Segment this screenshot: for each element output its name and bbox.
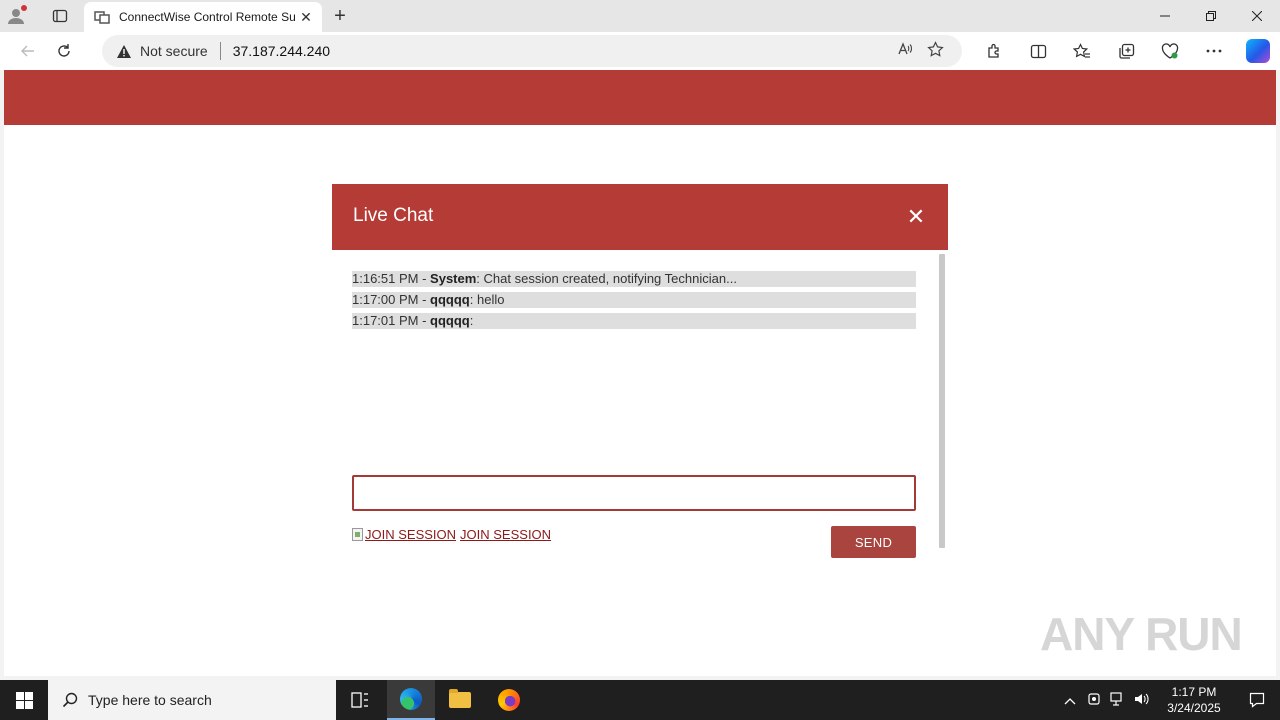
file-explorer-icon <box>449 689 471 708</box>
chat-message: 1:17:00 PM - qqqqq: hello <box>352 292 916 308</box>
copilot-button[interactable] <box>1236 32 1280 70</box>
system-tray: 1:17 PM 3/24/2025 <box>1058 680 1280 720</box>
address-separator <box>219 42 221 60</box>
site-favicon-icon <box>94 11 110 24</box>
refresh-icon <box>58 44 70 57</box>
web-page: Live Chat ✕ 1:16:51 PM - System: Chat se… <box>4 70 1276 676</box>
restore-button[interactable] <box>1188 0 1234 32</box>
join-session-image-alt: JOIN SESSION <box>365 527 457 542</box>
split-screen-button[interactable] <box>1016 32 1060 70</box>
join-session-image-link[interactable]: JOIN SESSION <box>352 527 456 542</box>
clock-time: 1:17 PM <box>1171 685 1217 699</box>
chat-close-icon[interactable]: ✕ <box>906 206 926 228</box>
send-button[interactable]: SEND <box>831 526 916 558</box>
browser-toolbar: Not secure 37.187.244.240 <box>0 32 1280 70</box>
taskbar-search-box[interactable]: Type here to search <box>48 680 336 720</box>
chat-message-input[interactable] <box>352 475 916 511</box>
close-icon <box>1252 11 1262 21</box>
search-icon <box>62 692 78 708</box>
read-aloud-glyph <box>898 42 913 55</box>
favorites-icon <box>1073 42 1090 58</box>
tab-close-icon[interactable]: ✕ <box>298 9 314 25</box>
chat-header: Live Chat ✕ <box>332 184 948 250</box>
collections-icon <box>1118 43 1134 59</box>
taskbar-edge-app[interactable] <box>387 680 435 720</box>
firefox-icon <box>498 689 520 711</box>
message-time: 1:17:01 PM - <box>352 313 431 328</box>
minimize-button[interactable] <box>1142 0 1188 32</box>
favorites-button[interactable] <box>1060 32 1104 70</box>
browser-tab-active[interactable]: ConnectWise Control Remote Su ✕ <box>84 2 322 32</box>
url-text[interactable]: 37.187.244.240 <box>233 43 890 59</box>
start-button[interactable] <box>0 680 48 720</box>
task-view-button[interactable] <box>336 680 384 720</box>
taskbar-firefox-app[interactable] <box>485 680 533 720</box>
site-header-bar <box>4 70 1276 125</box>
windows-logo-icon <box>15 691 33 709</box>
search-placeholder: Type here to search <box>88 692 212 708</box>
close-window-button[interactable] <box>1234 0 1280 32</box>
windows-taskbar: Type here to search 1:17 PM 3/24/2025 <box>0 680 1280 720</box>
extensions-button[interactable] <box>972 32 1016 70</box>
security-status[interactable]: Not secure <box>140 43 208 59</box>
anyrun-watermark: ANY RUN <box>1040 608 1243 660</box>
volume-icon[interactable] <box>1130 692 1154 709</box>
more-dots-icon <box>1206 49 1222 53</box>
taskbar-clock[interactable]: 1:17 PM 3/24/2025 <box>1154 684 1234 716</box>
message-text: : hello <box>469 292 505 307</box>
tab-actions-icon <box>52 9 68 23</box>
new-tab-button[interactable]: + <box>328 4 352 28</box>
back-arrow-icon <box>21 45 34 57</box>
edge-icon <box>400 688 422 710</box>
message-sender: qqqqq <box>430 313 470 328</box>
meet-now-camera-icon[interactable] <box>1082 692 1106 709</box>
settings-more-button[interactable] <box>1192 32 1236 70</box>
taskbar-file-explorer-app[interactable] <box>436 680 484 720</box>
chat-message: 1:17:01 PM - qqqqq: <box>352 313 916 329</box>
clock-date: 3/24/2025 <box>1167 701 1221 715</box>
profile-button[interactable] <box>0 0 32 32</box>
refresh-button[interactable] <box>46 35 82 67</box>
chat-message: 1:16:51 PM - System: Chat session create… <box>352 271 916 287</box>
chat-message-list: 1:16:51 PM - System: Chat session create… <box>352 271 916 334</box>
chat-scrollbar[interactable] <box>939 254 945 548</box>
copilot-icon <box>1246 39 1270 63</box>
star-glyph <box>926 40 944 57</box>
browser-essentials-button[interactable] <box>1148 32 1192 70</box>
favorite-star-icon[interactable] <box>920 40 950 62</box>
notification-icon <box>1249 692 1265 708</box>
message-text: : <box>469 313 474 328</box>
minimize-icon <box>1160 15 1170 17</box>
heart-pulse-icon <box>1161 42 1179 59</box>
message-sender: System <box>430 271 477 286</box>
collections-button[interactable] <box>1104 32 1148 70</box>
live-chat-panel: Live Chat ✕ 1:16:51 PM - System: Chat se… <box>332 184 948 580</box>
broken-image-icon <box>352 528 363 541</box>
message-sender: qqqqq <box>430 292 470 307</box>
read-aloud-icon[interactable] <box>890 41 920 61</box>
message-time: 1:17:00 PM - <box>352 292 431 307</box>
tab-title: ConnectWise Control Remote Su <box>119 10 296 24</box>
back-button[interactable] <box>10 35 46 67</box>
address-bar[interactable]: Not secure 37.187.244.240 <box>102 35 962 67</box>
profile-notification-dot <box>21 5 27 11</box>
message-time: 1:16:51 PM - <box>352 271 431 286</box>
chat-title: Live Chat <box>353 205 434 226</box>
notification-center-button[interactable] <box>1234 680 1280 720</box>
task-view-icon <box>351 692 368 708</box>
puzzle-icon <box>987 43 999 58</box>
toolbar-icons <box>972 32 1280 70</box>
restore-icon <box>1206 11 1216 21</box>
window-controls <box>1142 0 1280 32</box>
network-icon[interactable] <box>1106 691 1130 709</box>
join-session-row: JOIN SESSION JOIN SESSION <box>352 527 551 542</box>
join-session-link[interactable]: JOIN SESSION <box>460 527 551 542</box>
show-hidden-icons-chevron-up-icon[interactable] <box>1058 693 1082 708</box>
split-screen-icon <box>1030 44 1046 58</box>
warning-icon <box>117 44 131 58</box>
tab-actions-button[interactable] <box>44 0 76 32</box>
message-text: : Chat session created, notifying Techni… <box>476 271 737 286</box>
browser-tab-bar: ConnectWise Control Remote Su ✕ + <box>0 0 1280 32</box>
